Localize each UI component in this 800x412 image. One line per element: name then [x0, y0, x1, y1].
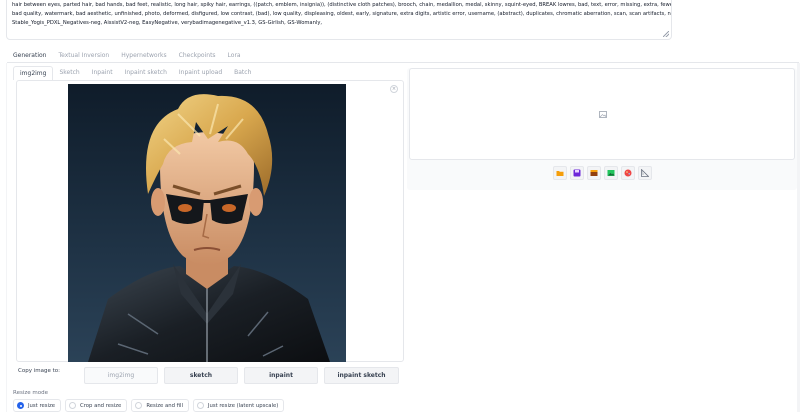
tab-img2img[interactable]: img2img	[13, 66, 54, 80]
resize-option-label: Crop and resize	[80, 402, 122, 409]
radio-icon[interactable]	[135, 402, 143, 409]
negative-prompt-textarea[interactable]: hair between eyes, parted hair, bad hand…	[6, 0, 672, 40]
zip-icon	[590, 170, 598, 176]
output-panel	[407, 68, 797, 190]
tab-checkpoints[interactable]: Checkpoints	[173, 49, 222, 63]
prompt-line: bad quality, watermark, bad aesthetic, u…	[12, 11, 672, 17]
palette-icon	[624, 169, 632, 177]
tab-batch[interactable]: Batch	[228, 66, 257, 80]
output-gallery[interactable]	[409, 68, 795, 160]
output-action-buttons	[553, 166, 652, 180]
tab-inpaint[interactable]: Inpaint	[86, 66, 119, 80]
resize-option-label: Resize and fill	[146, 402, 183, 409]
resize-option-crop-and-resize[interactable]: Crop and resize	[65, 399, 128, 412]
tab-lora[interactable]: Lora	[222, 49, 247, 63]
input-image-panel[interactable]: ×	[16, 80, 404, 362]
open-folder-button[interactable]	[553, 166, 567, 180]
copy-image-buttons: img2img sketch inpaint inpaint sketch	[84, 367, 399, 384]
copy-image-label: Copy image to:	[18, 368, 60, 374]
tab-generation[interactable]: Generation	[7, 49, 53, 63]
clear-image-icon[interactable]: ×	[390, 85, 398, 93]
radio-icon[interactable]	[69, 402, 77, 409]
copy-to-sketch-button[interactable]: sketch	[164, 367, 238, 384]
resize-mode-label: Resize mode	[13, 390, 48, 396]
radio-icon[interactable]	[196, 402, 204, 409]
main-tab-bar: Generation Textual Inversion Hypernetwor…	[7, 49, 247, 63]
prompt-line: Stable_Yogis_PDXL_Negatives-neg, Aissist…	[12, 20, 323, 26]
input-panel: img2img Sketch Inpaint Inpaint sketch In…	[6, 63, 404, 412]
send-to-img2img-button[interactable]	[604, 166, 618, 180]
copy-to-inpaint-button[interactable]: inpaint	[244, 367, 318, 384]
tab-sketch[interactable]: Sketch	[53, 66, 85, 80]
resize-option-resize-and-fill[interactable]: Resize and fill	[131, 399, 189, 412]
image-icon	[607, 170, 615, 176]
ruler-icon	[641, 169, 649, 177]
tab-inpaint-sketch[interactable]: Inpaint sketch	[119, 66, 173, 80]
save-button[interactable]	[570, 166, 584, 180]
zip-button[interactable]	[587, 166, 601, 180]
input-image	[68, 84, 346, 362]
resize-option-label: Just resize	[28, 402, 56, 409]
prompt-line: hair between eyes, parted hair, bad hand…	[12, 2, 671, 8]
copy-to-img2img-button[interactable]: img2img	[84, 367, 158, 384]
send-to-inpaint-button[interactable]	[621, 166, 635, 180]
save-icon	[573, 169, 581, 177]
resize-option-latent-upscale[interactable]: Just resize (latent upscale)	[192, 399, 285, 412]
resize-grip-icon[interactable]	[663, 31, 669, 37]
tab-inpaint-upload[interactable]: Inpaint upload	[173, 66, 228, 80]
copy-to-inpaint-sketch-button[interactable]: inpaint sketch	[324, 367, 399, 384]
resize-option-label: Just resize (latent upscale)	[207, 402, 279, 409]
img2img-mode-tabs: img2img Sketch Inpaint Inpaint sketch In…	[13, 66, 257, 80]
resize-mode-radio-group: Just resize Crop and resize Resize and f…	[13, 399, 285, 412]
send-to-extras-button[interactable]	[638, 166, 652, 180]
folder-icon	[556, 171, 564, 176]
tab-textual-inversion[interactable]: Textual Inversion	[52, 49, 115, 63]
radio-selected-icon[interactable]	[17, 402, 24, 409]
image-placeholder-icon	[599, 111, 607, 118]
tab-hypernetworks[interactable]: Hypernetworks	[115, 49, 172, 63]
resize-option-just-resize[interactable]: Just resize	[13, 399, 62, 412]
